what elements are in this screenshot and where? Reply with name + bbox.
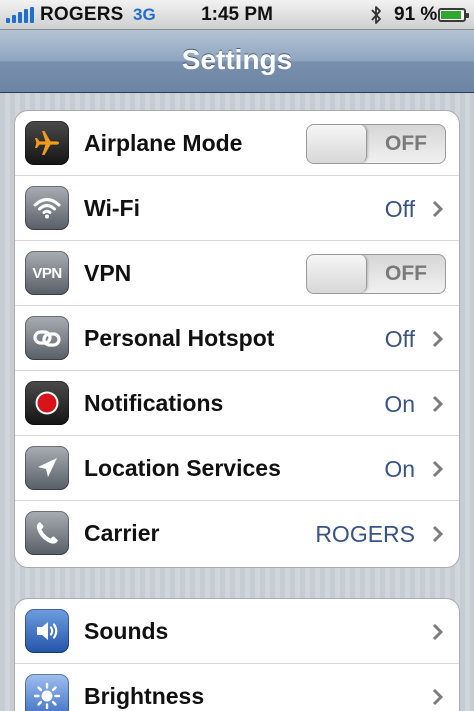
wifi-icon [25, 186, 69, 230]
setting-value: Off [384, 326, 415, 352]
setting-label: Wi-Fi [84, 195, 140, 221]
setting-label: Notifications [84, 390, 224, 416]
switch-knob[interactable] [307, 125, 367, 163]
setting-label: Carrier [84, 520, 160, 546]
chevron-right-icon [432, 395, 444, 413]
chevron-right-icon [432, 525, 444, 543]
settings-row-brightness[interactable]: Brightness [15, 664, 459, 711]
settings-row-notifications[interactable]: Notifications On [15, 371, 459, 436]
settings-row-sounds[interactable]: Sounds [15, 599, 459, 664]
chevron-right-icon [432, 200, 444, 218]
vpn-icon: VPN [25, 251, 69, 295]
chevron-right-icon [432, 688, 444, 706]
setting-value: ROGERS [315, 521, 415, 547]
setting-value: On [384, 456, 415, 482]
bluetooth-icon [371, 6, 381, 24]
hotspot-icon [25, 316, 69, 360]
status-bar: ROGERS 3G 1:45 PM 91 % [0, 0, 474, 30]
battery-percent: 91 % [394, 4, 438, 25]
page-title: Settings [181, 44, 293, 75]
chevron-right-icon [432, 460, 444, 478]
battery-fill [441, 11, 462, 19]
settings-group-main: Airplane Mode OFF Wi-Fi Off VPN VPN OFF [14, 110, 460, 568]
notifications-icon [25, 381, 69, 425]
phone-icon [25, 511, 69, 555]
vpn-icon-text: VPN [32, 264, 62, 282]
chevron-right-icon [432, 330, 444, 348]
switch-state-text: OFF [385, 262, 427, 285]
setting-label: Airplane Mode [84, 130, 243, 156]
settings-row-vpn: VPN VPN OFF [15, 241, 459, 306]
sun-icon [25, 674, 69, 711]
location-icon [25, 446, 69, 490]
setting-label: Sounds [84, 618, 169, 644]
vpn-switch[interactable]: OFF [306, 254, 446, 294]
switch-state-text: OFF [385, 132, 427, 155]
nav-bar: Settings [0, 30, 474, 93]
chevron-right-icon [432, 623, 444, 641]
airplane-icon [25, 121, 69, 165]
speaker-icon [25, 609, 69, 653]
setting-label: VPN [84, 260, 132, 286]
battery-icon [438, 8, 469, 22]
setting-label: Personal Hotspot [84, 325, 275, 351]
setting-value: Off [384, 196, 415, 222]
settings-row-carrier[interactable]: Carrier ROGERS [15, 501, 459, 566]
settings-group-sounds: Sounds Brightness [14, 598, 460, 711]
airplane-mode-switch[interactable]: OFF [306, 124, 446, 164]
switch-knob[interactable] [307, 255, 367, 293]
setting-value: On [384, 391, 415, 417]
setting-label: Brightness [84, 683, 205, 709]
setting-label: Location Services [84, 455, 281, 481]
settings-row-personal-hotspot[interactable]: Personal Hotspot Off [15, 306, 459, 371]
settings-row-airplane-mode: Airplane Mode OFF [15, 111, 459, 176]
settings-row-wifi[interactable]: Wi-Fi Off [15, 176, 459, 241]
settings-row-location-services[interactable]: Location Services On [15, 436, 459, 501]
